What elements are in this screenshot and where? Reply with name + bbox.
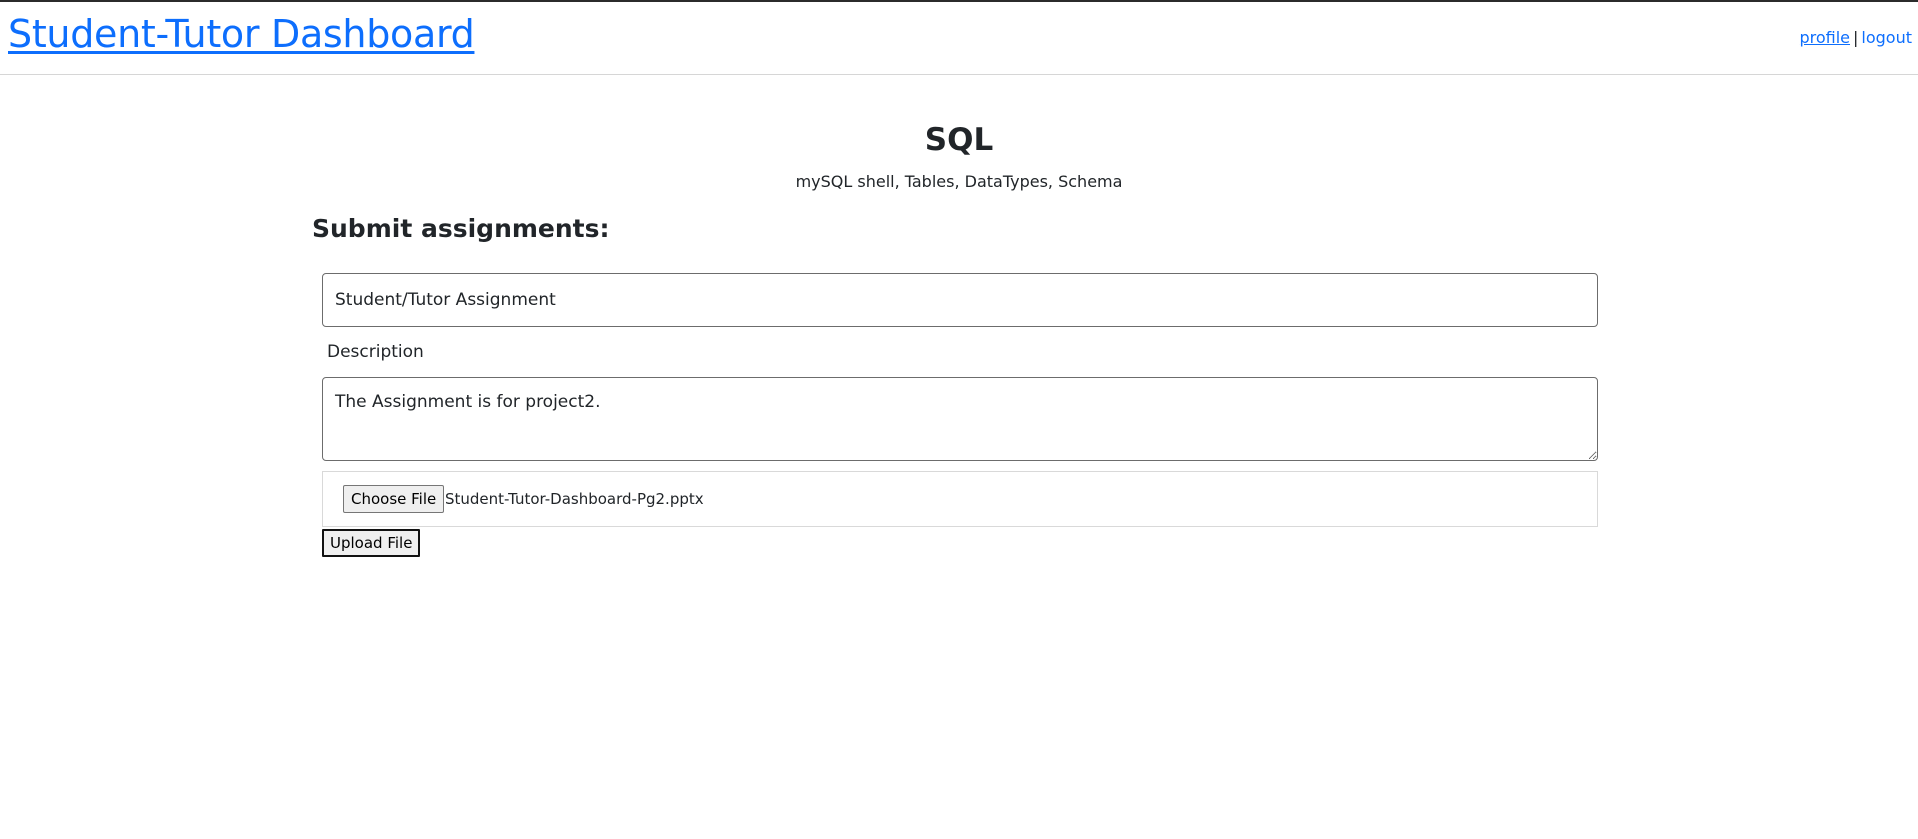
profile-link[interactable]: profile: [1799, 28, 1850, 47]
header-nav: profile | logout: [1799, 28, 1912, 47]
course-topics: mySQL shell, Tables, DataTypes, Schema: [795, 172, 1123, 191]
submit-assignments-heading: Submit assignments:: [312, 214, 610, 243]
choose-file-button[interactable]: Choose File: [343, 485, 445, 513]
site-header: Student-Tutor Dashboard profile | logout: [0, 2, 1918, 75]
logout-link[interactable]: logout: [1861, 28, 1912, 47]
description-textarea[interactable]: The Assignment is for project2.: [322, 377, 1598, 461]
course-title: SQL: [924, 122, 994, 158]
assignment-title-input[interactable]: [322, 273, 1598, 327]
description-label: Description: [327, 342, 424, 362]
upload-file-button[interactable]: Upload File: [322, 529, 421, 557]
nav-separator: |: [1853, 28, 1859, 47]
site-title-link[interactable]: Student-Tutor Dashboard: [8, 12, 475, 56]
selected-file-name: Student-Tutor-Dashboard-Pg2.pptx: [445, 490, 704, 508]
file-input-container: Choose File Student-Tutor-Dashboard-Pg2.…: [322, 471, 1598, 527]
